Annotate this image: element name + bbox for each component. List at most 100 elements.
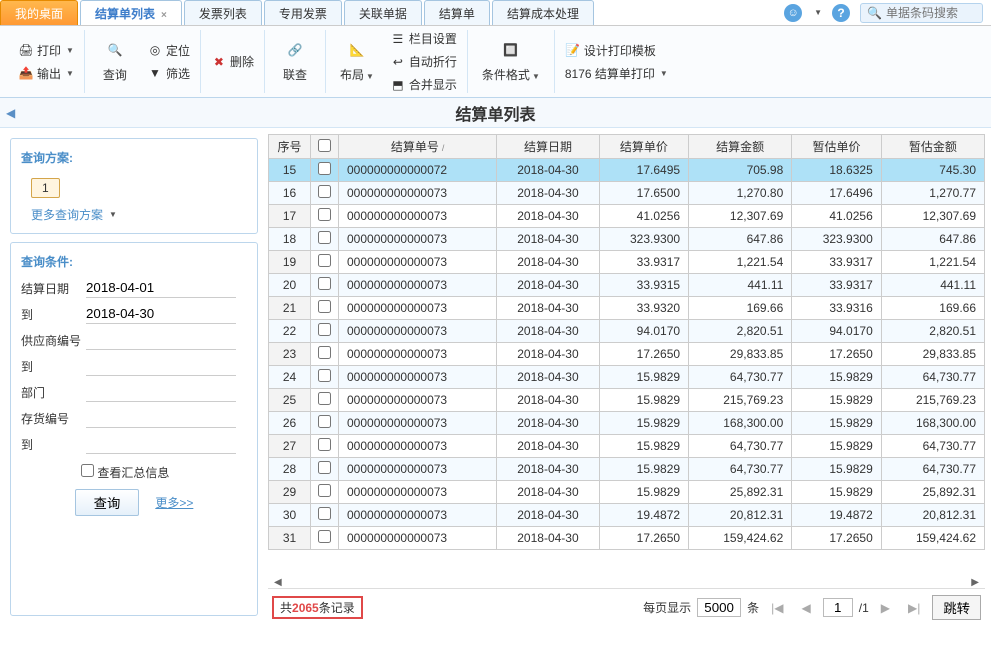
tab-special-invoice[interactable]: 专用发票 [264,0,342,25]
row-checkbox[interactable] [318,323,331,336]
nav-left-icon[interactable]: ◀ [6,106,15,120]
row-checkbox[interactable] [318,484,331,497]
date-to-input[interactable] [86,304,236,324]
stock-from-input[interactable] [86,408,236,428]
table-row[interactable]: 290000000000000732018-04-3015.982925,892… [269,481,985,504]
query-button[interactable]: 🔍查询 [91,30,139,93]
row-checkbox[interactable] [318,415,331,428]
column-settings-button[interactable]: ☰栏目设置 [386,28,461,49]
close-icon[interactable]: × [161,10,167,21]
tab-related-doc[interactable]: 关联单据 [344,0,422,25]
table-row[interactable]: 170000000000000732018-04-3041.025612,307… [269,205,985,228]
tab-cost-process[interactable]: 结算成本处理 [492,0,594,25]
cell-check[interactable] [311,389,339,412]
table-row[interactable]: 230000000000000732018-04-3017.265029,833… [269,343,985,366]
help-icon[interactable]: ? [832,4,850,22]
print-button[interactable]: 🖨打印▼ [14,40,78,61]
design-template-button[interactable]: 📝设计打印模板 [561,40,672,61]
col-check[interactable] [311,135,339,159]
table-row[interactable]: 310000000000000732018-04-3017.2650159,42… [269,527,985,550]
row-checkbox[interactable] [318,162,331,175]
cell-check[interactable] [311,343,339,366]
row-checkbox[interactable] [318,185,331,198]
scroll-right-icon[interactable]: ▶ [967,577,983,588]
col-number[interactable]: 结算单号/ [339,135,497,159]
cell-check[interactable] [311,297,339,320]
cell-check[interactable] [311,228,339,251]
scroll-left-icon[interactable]: ◀ [270,577,286,588]
table-row[interactable]: 250000000000000732018-04-3015.9829215,76… [269,389,985,412]
tab-settlement-list[interactable]: 结算单列表× [80,0,182,25]
user-icon[interactable]: ☺ [784,4,802,22]
date-from-input[interactable] [86,278,236,298]
scheme-number[interactable]: 1 [31,178,60,198]
prev-page-button[interactable]: ◀ [796,599,817,617]
col-est-price[interactable]: 暂估单价 [792,135,881,159]
tab-invoice-list[interactable]: 发票列表 [184,0,262,25]
row-checkbox[interactable] [318,277,331,290]
stock-to-input[interactable] [86,434,236,454]
cell-check[interactable] [311,320,339,343]
table-row[interactable]: 280000000000000732018-04-3015.982964,730… [269,458,985,481]
cell-check[interactable] [311,527,339,550]
supplier-from-input[interactable] [86,330,236,350]
dept-input[interactable] [86,382,236,402]
cell-check[interactable] [311,251,339,274]
chevron-down-icon[interactable]: ▼ [814,8,822,17]
merge-display-button[interactable]: ⬒合并显示 [386,74,461,95]
row-checkbox[interactable] [318,208,331,221]
summary-checkbox[interactable]: 查看汇总信息 [81,466,169,480]
cell-check[interactable] [311,481,339,504]
tab-settlement[interactable]: 结算单 [424,0,490,25]
table-row[interactable]: 200000000000000732018-04-3033.9315441.11… [269,274,985,297]
supplier-to-input[interactable] [86,356,236,376]
col-est-amount[interactable]: 暂估金额 [881,135,984,159]
barcode-search[interactable]: 🔍 [860,3,983,23]
row-checkbox[interactable] [318,231,331,244]
table-row[interactable]: 160000000000000732018-04-3017.65001,270.… [269,182,985,205]
cell-check[interactable] [311,274,339,297]
output-button[interactable]: 📤输出▼ [14,63,78,84]
last-page-button[interactable]: ▶| [902,599,926,617]
cell-check[interactable] [311,182,339,205]
table-row[interactable]: 210000000000000732018-04-3033.9320169.66… [269,297,985,320]
col-date[interactable]: 结算日期 [497,135,599,159]
table-row[interactable]: 300000000000000732018-04-3019.487220,812… [269,504,985,527]
layout-button[interactable]: 📐布局▼ [332,30,382,93]
locate-button[interactable]: ◎定位 [143,40,194,61]
jump-button[interactable]: 跳转 [932,595,981,620]
table-row[interactable]: 150000000000000722018-04-3017.6495705.98… [269,159,985,182]
table-row[interactable]: 180000000000000732018-04-30323.9300647.8… [269,228,985,251]
filter-button[interactable]: ▼筛选 [143,63,194,84]
row-checkbox[interactable] [318,392,331,405]
row-checkbox[interactable] [318,461,331,474]
select-all-checkbox[interactable] [318,139,331,152]
table-row[interactable]: 240000000000000732018-04-3015.982964,730… [269,366,985,389]
more-schemes-link[interactable]: 更多查询方案 ▼ [31,206,247,223]
cell-check[interactable] [311,458,339,481]
row-checkbox[interactable] [318,507,331,520]
cell-check[interactable] [311,366,339,389]
cell-check[interactable] [311,205,339,228]
page-input[interactable] [823,598,853,617]
auto-wrap-button[interactable]: ↩自动折行 [386,51,461,72]
row-checkbox[interactable] [318,254,331,267]
col-amount[interactable]: 结算金额 [689,135,792,159]
delete-button[interactable]: ✖删除 [207,51,258,72]
tab-desktop[interactable]: 我的桌面 [0,0,78,25]
cell-check[interactable] [311,159,339,182]
col-price[interactable]: 结算单价 [599,135,688,159]
cond-format-button[interactable]: 🔲条件格式▼ [474,30,548,93]
row-checkbox[interactable] [318,346,331,359]
row-checkbox[interactable] [318,438,331,451]
search-input[interactable] [886,6,976,20]
col-seq[interactable]: 序号 [269,135,311,159]
print-count-button[interactable]: 8176 结算单打印▼ [561,63,672,84]
cell-check[interactable] [311,435,339,458]
table-row[interactable]: 190000000000000732018-04-3033.93171,221.… [269,251,985,274]
table-row[interactable]: 270000000000000732018-04-3015.982964,730… [269,435,985,458]
row-checkbox[interactable] [318,300,331,313]
page-size-input[interactable] [697,598,741,617]
row-checkbox[interactable] [318,369,331,382]
query-submit-button[interactable]: 查询 [75,489,140,516]
